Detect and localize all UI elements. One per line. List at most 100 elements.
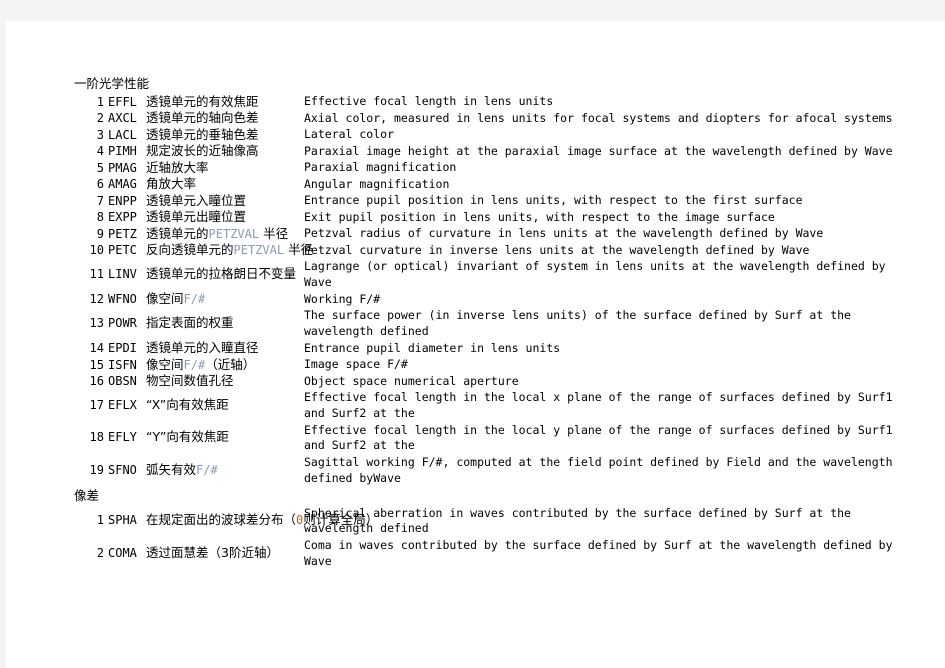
row-chinese-label: 像空间F/# xyxy=(146,291,205,307)
document-body: 一阶光学性能 1 EFFL 透镜单元的有效焦距 Effective focal leng… xyxy=(6,21,945,668)
row-index: 8 xyxy=(96,210,104,224)
row-index: 9 xyxy=(96,226,104,241)
row-chinese-label: 像空间F/#（近轴） xyxy=(146,357,255,373)
chinese-highlight: F/# xyxy=(196,462,218,477)
chinese-prefix: 像空间 xyxy=(146,356,184,372)
row-mnemonic: PETC xyxy=(108,243,137,257)
row-mnemonic: EXPP xyxy=(108,210,137,224)
row-chinese-label: 指定表面的权重 xyxy=(146,314,234,330)
row-index: 15 xyxy=(89,357,104,372)
row-english-description: Lagrange (or optical) invariant of syste… xyxy=(304,259,886,273)
row-chinese-label: 透镜单元入瞳位置 xyxy=(146,192,247,208)
row-english-description: Entrance pupil position in lens units, w… xyxy=(304,193,803,207)
row-index: 18 xyxy=(89,430,104,445)
row-chinese-label: 透镜单元的拉格朗日不变量 xyxy=(146,265,297,281)
row-index: 14 xyxy=(89,341,104,355)
row-mnemonic: EFFL xyxy=(108,94,137,109)
row-english-description: Object space numerical aperture xyxy=(304,373,519,388)
row-mnemonic: AMAG xyxy=(108,177,137,191)
row-english-description: and Surf2 at the xyxy=(304,438,415,452)
row-index: 12 xyxy=(89,292,104,306)
row-mnemonic: PMAG xyxy=(108,160,137,175)
row-index: 2 xyxy=(96,111,104,125)
document-page: 一阶光学性能 1 EFFL 透镜单元的有效焦距 Effective focal leng… xyxy=(6,21,945,668)
chinese-suffix: 半径 xyxy=(259,225,289,241)
row-mnemonic: ISFN xyxy=(108,357,137,372)
row-english-description: Effective focal length in the local x pl… xyxy=(304,390,893,404)
row-english-description: Entrance pupil diameter in lens units xyxy=(304,340,561,355)
row-index: 4 xyxy=(96,144,104,158)
row-mnemonic: SPHA xyxy=(108,513,137,528)
row-index: 2 xyxy=(96,545,104,560)
row-mnemonic: PIMH xyxy=(108,144,137,158)
chinese-highlight: PETZVAL xyxy=(208,226,260,241)
row-mnemonic: POWR xyxy=(108,315,137,330)
chinese-highlight: F/# xyxy=(183,292,206,306)
row-chinese-label: 规定波长的近轴像高 xyxy=(146,143,259,158)
row-english-description: The surface power (in inverse lens units… xyxy=(304,308,851,322)
row-index: 13 xyxy=(89,315,104,330)
row-chinese-label: 反向透镜单元的PETZVAL 半径 xyxy=(146,242,313,258)
row-chinese-label: 透镜单元的垂轴色差 xyxy=(146,126,259,142)
row-english-description: Wave xyxy=(304,274,332,289)
row-mnemonic: AXCL xyxy=(108,111,137,125)
row-mnemonic: SFNO xyxy=(108,462,137,477)
row-mnemonic: EFLX xyxy=(108,397,137,412)
row-english-description: Petzval curvature in inverse lens units … xyxy=(304,242,810,257)
row-english-description: Spherical aberration in waves contribute… xyxy=(304,505,851,520)
row-mnemonic: PETZ xyxy=(108,226,137,241)
chinese-prefix: 弧矢有效 xyxy=(146,461,197,477)
row-english-description: Axial color, measured in lens units for … xyxy=(304,110,893,125)
row-english-description: Effective focal length in the local y pl… xyxy=(304,422,893,437)
row-chinese-label: 透过面慧差（3阶近轴） xyxy=(146,544,279,560)
row-index: 17 xyxy=(89,397,104,412)
row-chinese-label: “Y”向有效焦距 xyxy=(146,429,229,445)
chinese-prefix: 透镜单元的 xyxy=(146,225,209,241)
row-english-description: wavelength defined xyxy=(304,521,429,535)
row-chinese-label: 透镜单元的轴向色差 xyxy=(146,110,259,125)
row-english-description: Wave xyxy=(304,553,332,568)
row-english-description: and Surf2 at the xyxy=(304,405,415,420)
row-english-description: Paraxial magnification xyxy=(304,160,457,174)
row-english-description: wavelength defined xyxy=(304,323,429,338)
row-index: 7 xyxy=(96,193,104,208)
row-mnemonic: LINV xyxy=(108,266,137,281)
chinese-prefix: 在规定面出的波球差分布（ xyxy=(146,512,297,528)
row-chinese-label: 物空间数值孔径 xyxy=(146,373,234,388)
row-index: 6 xyxy=(96,177,104,191)
row-index: 5 xyxy=(96,160,104,175)
row-chinese-label: 透镜单元的有效焦距 xyxy=(146,93,259,109)
row-mnemonic: COMA xyxy=(108,545,137,560)
row-chinese-label: 弧矢有效F/# xyxy=(146,462,218,478)
row-english-description: Lateral color xyxy=(304,127,395,141)
row-index: 1 xyxy=(96,513,104,528)
row-english-description: Sagittal working F/#, computed at the fi… xyxy=(304,455,893,469)
row-english-description: Working F/# xyxy=(304,291,381,306)
row-chinese-label: 透镜单元的PETZVAL 半径 xyxy=(146,226,288,242)
chinese-suffix: （近轴） xyxy=(205,356,256,372)
row-index: 3 xyxy=(96,127,104,142)
row-chinese-label: “X”向有效焦距 xyxy=(146,396,229,412)
row-index: 1 xyxy=(96,94,104,109)
row-mnemonic: ENPP xyxy=(108,193,137,208)
row-english-description: Angular magnification xyxy=(304,176,450,191)
chinese-highlight: F/# xyxy=(183,357,206,372)
row-index: 10 xyxy=(89,243,104,257)
row-mnemonic: OBSN xyxy=(108,374,137,388)
row-english-description: Coma in waves contributed by the surface… xyxy=(304,538,893,552)
row-english-description: Exit pupil position in lens units, with … xyxy=(304,209,775,224)
row-chinese-label: 近轴放大率 xyxy=(146,159,209,175)
section-title: 一阶光学性能 xyxy=(74,76,150,91)
row-chinese-label: 透镜单元出瞳位置 xyxy=(146,209,247,224)
chinese-prefix: 反向透镜单元的 xyxy=(146,242,234,257)
row-english-description: Petzval radius of curvature in lens unit… xyxy=(304,226,824,240)
table-row: 2 COMA 透过面慧差（3阶近轴） Coma in waves contribute… xyxy=(6,21,945,568)
section-title: 像差 xyxy=(74,487,100,503)
row-chinese-label: 透镜单元的入瞳直径 xyxy=(146,340,259,355)
row-index: 19 xyxy=(89,462,104,477)
row-mnemonic: WFNO xyxy=(108,292,137,306)
row-index: 11 xyxy=(89,266,104,281)
row-english-description: Effective focal length in lens units xyxy=(304,94,554,108)
chinese-prefix: 像空间 xyxy=(146,291,184,306)
row-mnemonic: LACL xyxy=(108,127,137,142)
